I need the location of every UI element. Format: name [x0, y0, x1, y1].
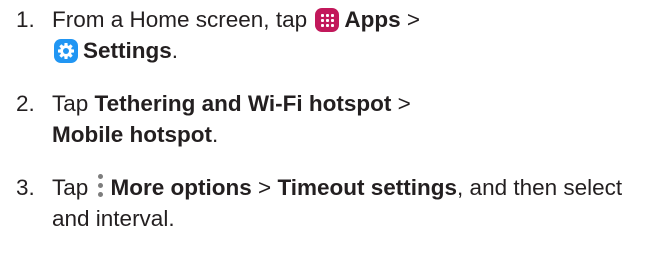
step-text: From a Home screen, tap: [52, 7, 314, 32]
apps-label: Apps: [344, 7, 401, 32]
settings-label: Settings: [83, 38, 172, 63]
step-number: 3.: [16, 175, 35, 200]
step-number: 2.: [16, 91, 35, 116]
separator: >: [391, 91, 411, 116]
more-options-icon: [97, 174, 105, 200]
step-1: 1. From a Home screen, tap Apps > Settin…: [16, 4, 646, 66]
timeout-settings-label: Timeout settings: [277, 175, 458, 200]
apps-icon: [315, 8, 340, 32]
mobile-hotspot-label: Mobile hotspot: [52, 122, 212, 147]
instruction-steps: 1. From a Home screen, tap Apps > Settin…: [16, 4, 646, 256]
step-2: 2. Tap Tethering and Wi-Fi hotspot > Mob…: [16, 88, 646, 150]
step-number: 1.: [16, 7, 35, 32]
settings-icon: [54, 39, 78, 63]
step-text: Tap: [52, 91, 95, 116]
tethering-label: Tethering and Wi-Fi hotspot: [94, 91, 392, 116]
step-text: Tap: [52, 175, 95, 200]
step-text-end: .: [211, 122, 219, 147]
step-text-end: .: [171, 38, 179, 63]
separator: >: [251, 175, 278, 200]
step-3: 3. Tap More options > Timeout settings, …: [16, 172, 646, 234]
separator: >: [400, 7, 420, 32]
more-options-label: More options: [110, 175, 252, 200]
